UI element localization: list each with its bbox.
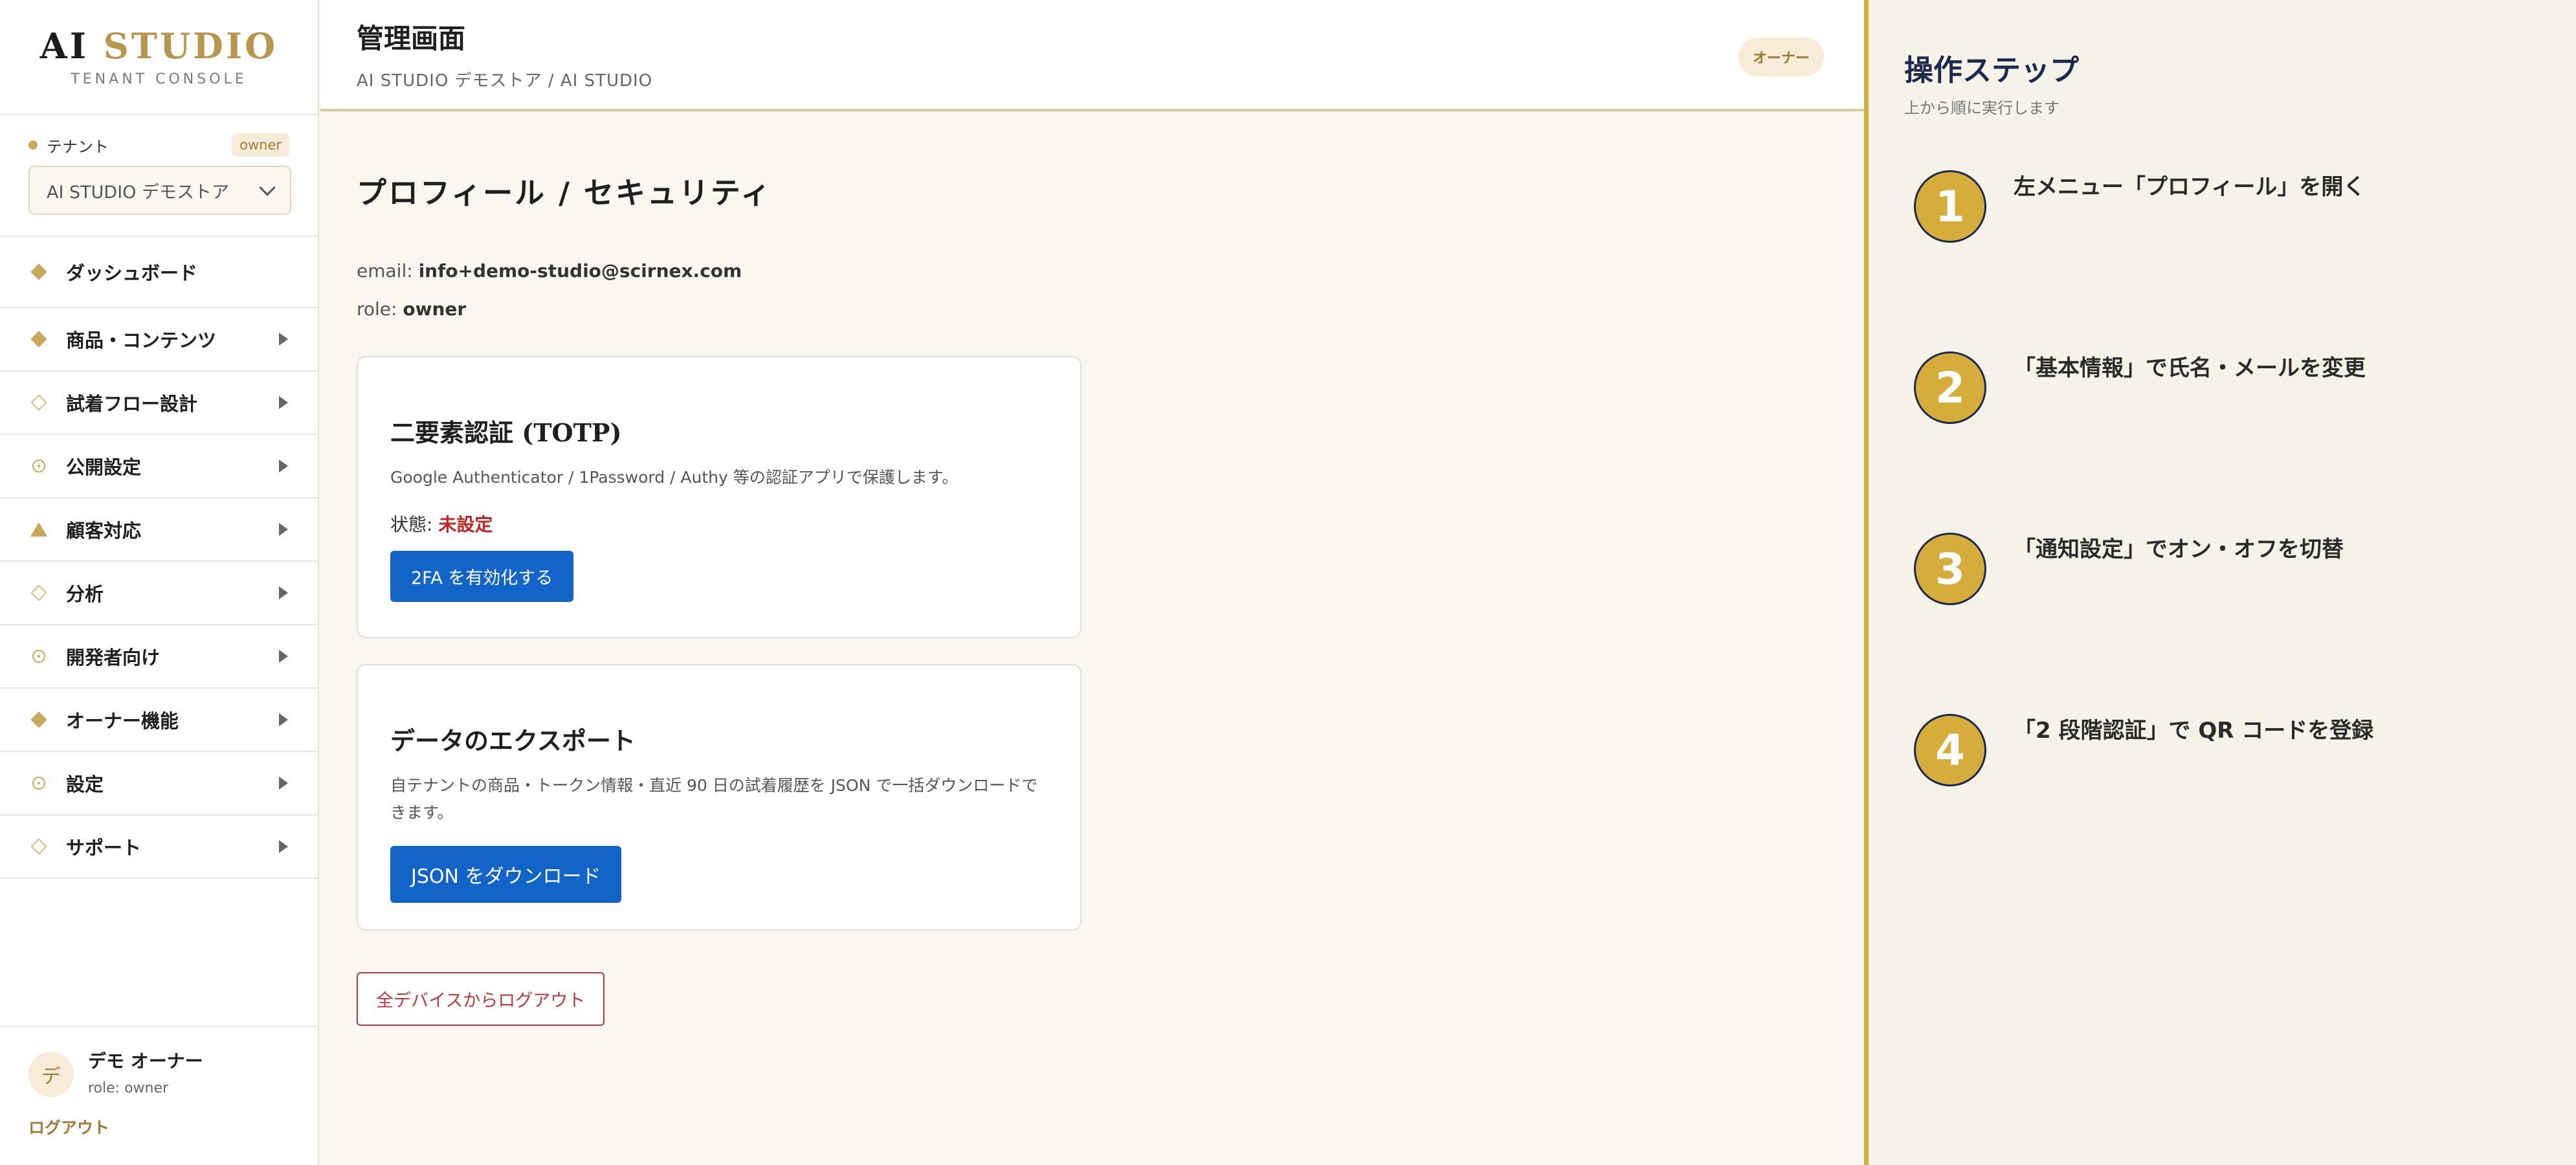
caret-right-icon (279, 460, 288, 472)
step-text: 左メニュー「プロフィール」を開く (2014, 174, 2366, 200)
sidebar-item-publish[interactable]: 公開設定 (0, 435, 318, 498)
caret-right-icon (279, 586, 288, 599)
circle-dot-icon (30, 457, 48, 475)
sidebar-item-products[interactable]: 商品・コンテンツ (0, 308, 318, 372)
caret-right-icon (279, 523, 288, 536)
sidebar: AI STUDIO TENANT CONSOLE テナント owner AI S… (0, 0, 319, 1165)
sidebar-item-owner-features[interactable]: オーナー機能 (0, 689, 318, 752)
download-json-button[interactable]: JSON をダウンロード (390, 846, 622, 903)
sidebar-item-label: 試着フロー設計 (66, 393, 198, 415)
twofa-description: Google Authenticator / 1Password / Authy… (390, 468, 959, 487)
tenant-selector-section: テナント owner AI STUDIO デモストア (0, 115, 318, 237)
triangle-icon (30, 520, 48, 538)
twofa-title: 二要素認証 (TOTP) (390, 418, 622, 447)
sidebar-item-label: 分析 (66, 583, 104, 605)
step-item: 3 「通知設定」でオン・オフを切替 (1914, 533, 2376, 605)
sidebar-item-label: サポート (66, 837, 142, 859)
user-role: role: owner (88, 1080, 169, 1096)
sidebar-item-label: 商品・コンテンツ (66, 329, 217, 351)
circle-dot-icon (30, 647, 48, 665)
chevron-down-icon (259, 179, 276, 196)
tenant-select[interactable]: AI STUDIO デモストア (28, 166, 291, 215)
sidebar-item-tryon-flow[interactable]: 試着フロー設計 (0, 372, 318, 435)
sidebar-nav: ダッシュボード 商品・コンテンツ 試着フロー設計 公開設定 顧客対応 分析 開発… (0, 237, 318, 879)
step-number-badge: 2 (1914, 351, 1986, 424)
logo-title: AI STUDIO (0, 25, 318, 67)
page-header: 管理画面 AI STUDIO デモストア / AI STUDIO オーナー (320, 0, 1864, 111)
sidebar-item-customer-support[interactable]: 顧客対応 (0, 498, 318, 562)
enable-2fa-button[interactable]: 2FA を有効化する (390, 551, 574, 602)
role-badge: オーナー (1738, 38, 1824, 76)
sidebar-item-label: ダッシュボード (66, 262, 198, 284)
role-row: role: owner (357, 298, 1864, 320)
sidebar-item-settings[interactable]: 設定 (0, 752, 318, 816)
caret-right-icon (279, 777, 288, 790)
export-title: データのエクスポート (390, 726, 636, 755)
diamond-filled-icon (30, 263, 48, 281)
breadcrumb: AI STUDIO デモストア / AI STUDIO (357, 71, 653, 91)
sidebar-item-label: 開発者向け (66, 647, 161, 669)
twofa-status-label: 状態: (390, 514, 439, 535)
tenant-label: テナント (47, 137, 109, 156)
main-content: プロフィール / セキュリティ email: info+demo-studio@… (320, 114, 1864, 1165)
diamond-outline-icon (30, 394, 48, 412)
logout-all-devices-button[interactable]: 全デバイスからログアウト (357, 972, 605, 1026)
logout-link[interactable]: ログアウト (28, 1115, 289, 1138)
twofa-status: 状態: 未設定 (390, 511, 1048, 537)
step-number-badge: 4 (1914, 714, 1986, 786)
export-description: 自テナントの商品・トークン情報・直近 90 日の試着履歴を JSON で一括ダウ… (390, 776, 1038, 822)
tenant-select-value: AI STUDIO デモストア (47, 182, 229, 203)
role-value: owner (403, 298, 467, 320)
tenant-role-badge: owner (232, 133, 289, 157)
sidebar-footer: デ デモ オーナー role: owner ログアウト (0, 1026, 318, 1165)
sidebar-item-label: 設定 (66, 773, 104, 795)
role-label: role: (357, 298, 403, 320)
tenant-dot-icon (28, 140, 38, 150)
step-item: 4 「2 段階認証」で QR コードを登録 (1914, 714, 2376, 786)
sidebar-item-label: 顧客対応 (66, 520, 142, 542)
sidebar-item-label: オーナー機能 (66, 710, 179, 732)
caret-right-icon (279, 713, 288, 726)
step-number-badge: 1 (1914, 170, 1986, 243)
steps-title: 操作ステップ (1904, 53, 2080, 87)
step-item: 2 「基本情報」で氏名・メールを変更 (1914, 351, 2376, 424)
user-info: デ デモ オーナー role: owner (28, 1049, 289, 1097)
step-text: 「通知設定」でオン・オフを切替 (2014, 537, 2344, 562)
step-text: 「2 段階認証」で QR コードを登録 (2014, 718, 2374, 744)
steps-subtitle: 上から順に実行します (1904, 99, 2060, 117)
caret-right-icon (279, 840, 288, 853)
sidebar-item-analytics[interactable]: 分析 (0, 562, 318, 625)
step-text: 「基本情報」で氏名・メールを変更 (2014, 355, 2366, 381)
steps-panel: 操作ステップ 上から順に実行します 1 左メニュー「プロフィール」を開く 2 「… (1864, 0, 2576, 1165)
email-value: info+demo-studio@scirnex.com (418, 260, 742, 282)
circle-dot-icon (30, 774, 48, 792)
logo[interactable]: AI STUDIO TENANT CONSOLE (0, 0, 318, 115)
export-card: データのエクスポート 自テナントの商品・トークン情報・直近 90 日の試着履歴を… (357, 664, 1082, 931)
page-title: 管理画面 (357, 23, 466, 54)
diamond-filled-icon (30, 711, 48, 729)
caret-right-icon (279, 650, 288, 663)
section-title: プロフィール / セキュリティ (357, 175, 773, 210)
caret-right-icon (279, 333, 288, 346)
diamond-outline-icon (30, 838, 48, 856)
step-number-badge: 3 (1914, 533, 1986, 605)
diamond-filled-icon (30, 330, 48, 348)
step-item: 1 左メニュー「プロフィール」を開く (1914, 170, 2376, 243)
email-row: email: info+demo-studio@scirnex.com (357, 260, 1864, 282)
sidebar-item-label: 公開設定 (66, 456, 142, 478)
twofa-status-value: 未設定 (438, 514, 493, 535)
twofa-card: 二要素認証 (TOTP) Google Authenticator / 1Pas… (357, 356, 1082, 638)
avatar: デ (28, 1052, 74, 1097)
sidebar-item-support[interactable]: サポート (0, 816, 318, 879)
diamond-outline-icon (30, 584, 48, 602)
caret-right-icon (279, 396, 288, 409)
email-label: email: (357, 260, 419, 282)
logo-ai-text: AI (39, 25, 89, 67)
logo-subtitle: TENANT CONSOLE (71, 71, 247, 87)
logo-studio-text: STUDIO (103, 25, 278, 67)
tenant-header: テナント owner (28, 132, 289, 158)
user-name: デモ オーナー (88, 1050, 203, 1072)
sidebar-item-developers[interactable]: 開発者向け (0, 625, 318, 689)
sidebar-item-dashboard[interactable]: ダッシュボード (0, 237, 318, 308)
